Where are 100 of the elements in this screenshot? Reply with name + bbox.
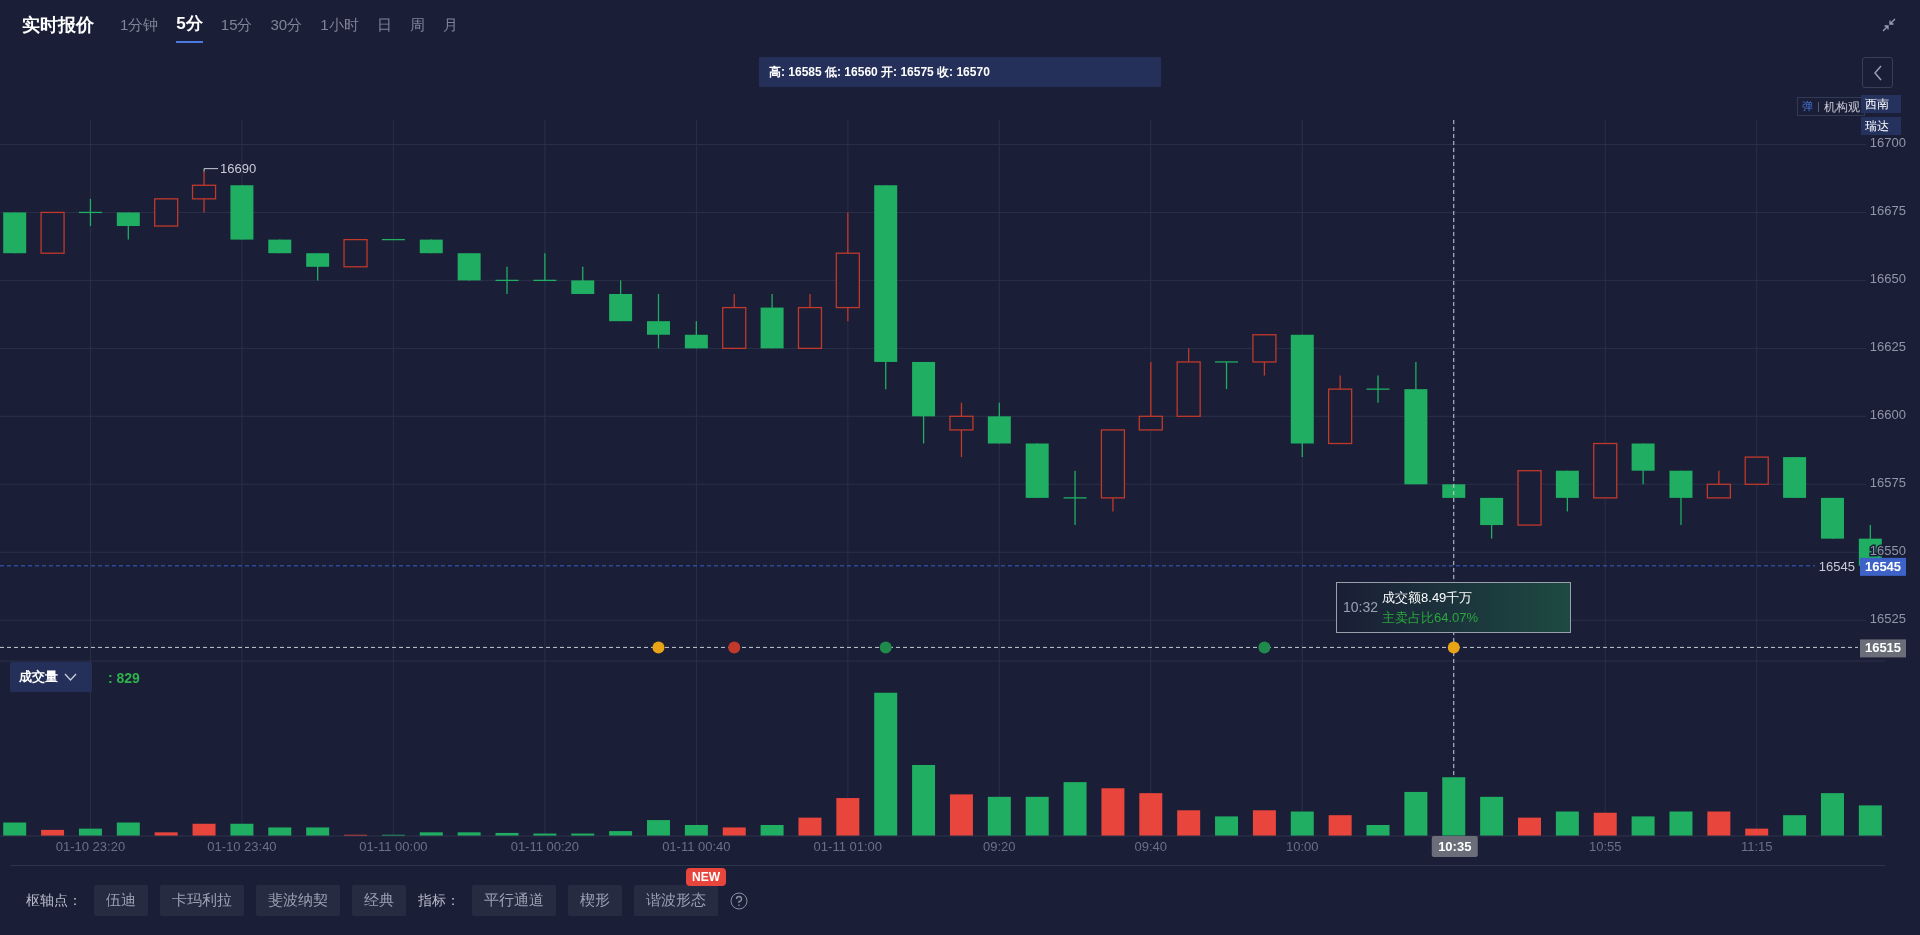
institution-tag[interactable]: 西南 (1861, 95, 1901, 113)
candlestick (760, 293, 784, 349)
axis-label: 09:20 (983, 839, 1016, 854)
candlestick (987, 402, 1011, 445)
candlestick (1328, 374, 1353, 445)
volume-bar (1669, 811, 1693, 836)
candlestick (494, 266, 520, 295)
volume-bar (419, 832, 443, 836)
pivot-button[interactable]: 斐波纳契 (256, 885, 340, 916)
volume-bar (1290, 811, 1314, 836)
volume-bar (78, 828, 102, 836)
volume-bar (949, 794, 973, 836)
candlestick (154, 198, 179, 227)
volume-bar (571, 833, 595, 836)
new-badge: NEW (686, 868, 726, 887)
axis-label: 01-11 00:20 (510, 839, 580, 854)
candlestick (1631, 442, 1655, 485)
volume-bar (1631, 816, 1655, 836)
candlestick (230, 184, 254, 241)
volume-bar (1783, 815, 1807, 836)
event-marker-icon[interactable] (728, 641, 741, 654)
event-marker-icon[interactable] (879, 641, 892, 654)
candlestick (609, 279, 633, 322)
volume-bar (533, 833, 557, 836)
candlestick (1706, 470, 1731, 499)
candlestick (343, 238, 368, 268)
legend-icon-label: 弹 (1802, 99, 1813, 115)
axis-label: 16625 (1869, 338, 1906, 354)
volume-bar (1139, 793, 1163, 836)
crosshair-time-tag: 10:35 (1431, 836, 1478, 857)
price-label: 16545 (1818, 558, 1855, 574)
candlestick (306, 252, 330, 282)
volume-bar (1442, 777, 1466, 836)
institution-tag[interactable]: 瑞达 (1861, 117, 1901, 135)
candlestick (1365, 374, 1391, 404)
event-marker-icon[interactable] (1447, 641, 1460, 654)
axis-label: 16700 (1869, 134, 1906, 150)
candlestick (1480, 497, 1504, 540)
period-tab[interactable]: 1小时 (320, 9, 359, 41)
chevron-down-icon (64, 673, 77, 681)
axis-label: 10:00 (1286, 839, 1319, 854)
candlestick (1517, 470, 1542, 526)
axis-label: 16575 (1869, 474, 1906, 490)
candlestick (647, 293, 670, 349)
candlestick (1669, 470, 1693, 526)
volume-bar (1252, 810, 1276, 836)
period-tab[interactable]: 日 (376, 9, 392, 41)
indicator-button[interactable]: 谐波形态 (634, 885, 718, 916)
indicator-button[interactable]: 楔形 (568, 885, 622, 916)
volume-bar (1555, 811, 1579, 836)
pivot-button[interactable]: 伍迪 (94, 885, 148, 916)
candlestick (797, 293, 823, 349)
period-tab[interactable]: 15分 (220, 9, 253, 41)
volume-bar (1177, 810, 1201, 836)
candlestick (1820, 497, 1844, 540)
candlestick (1025, 442, 1049, 499)
event-marker-icon[interactable] (1258, 641, 1271, 654)
candlestick (3, 211, 27, 254)
axis-label: 01-10 23:40 (207, 839, 277, 854)
indicator-button[interactable]: 平行通道 (472, 885, 556, 916)
volume-bar (1328, 815, 1352, 836)
leader-line (203, 168, 219, 173)
axis-label: 01-11 00:40 (662, 839, 731, 854)
candlestick (1442, 483, 1466, 499)
pivot-button[interactable]: 经典 (352, 885, 406, 916)
help-icon[interactable] (730, 891, 748, 910)
volume-bar (1101, 788, 1125, 836)
crosshair-price-tag: 16515 (1860, 639, 1906, 658)
candlestick (1252, 334, 1277, 377)
axis-label: 16675 (1869, 202, 1906, 218)
volume-bar (3, 822, 27, 836)
volume-bar (268, 827, 292, 836)
axis-label: 16525 (1869, 610, 1906, 626)
volume-bar (1215, 816, 1239, 836)
collapse-icon[interactable] (1882, 18, 1896, 32)
period-tab[interactable]: 5分 (176, 7, 203, 43)
pivot-button[interactable]: 卡玛利拉 (160, 885, 244, 916)
axis-label: 09:40 (1134, 839, 1168, 854)
period-tab[interactable]: 1分钟 (120, 9, 159, 41)
volume-bar (116, 822, 140, 836)
candlestick (419, 238, 443, 254)
candlestick (1176, 347, 1201, 417)
candlestick (1744, 456, 1769, 485)
period-tab[interactable]: 月 (442, 9, 458, 41)
volume-bar (987, 796, 1011, 836)
volume-bar (760, 825, 784, 836)
volume-bar (457, 832, 481, 836)
event-marker-icon[interactable] (652, 641, 665, 654)
candlestick (1062, 470, 1088, 526)
volume-bar (1404, 791, 1428, 836)
indicator-label: 指标： (418, 891, 460, 910)
candlestick (571, 266, 595, 295)
candlestick (532, 252, 558, 282)
volume-dropdown[interactable]: 成交量 (10, 662, 92, 692)
pivot-label: 枢轴点： (26, 891, 82, 910)
period-tab[interactable]: 30分 (270, 9, 303, 41)
volume-bar (1707, 811, 1731, 836)
axis-label: 01-11 01:00 (813, 839, 883, 854)
back-button[interactable] (1862, 57, 1893, 88)
period-tab[interactable]: 周 (409, 9, 425, 41)
